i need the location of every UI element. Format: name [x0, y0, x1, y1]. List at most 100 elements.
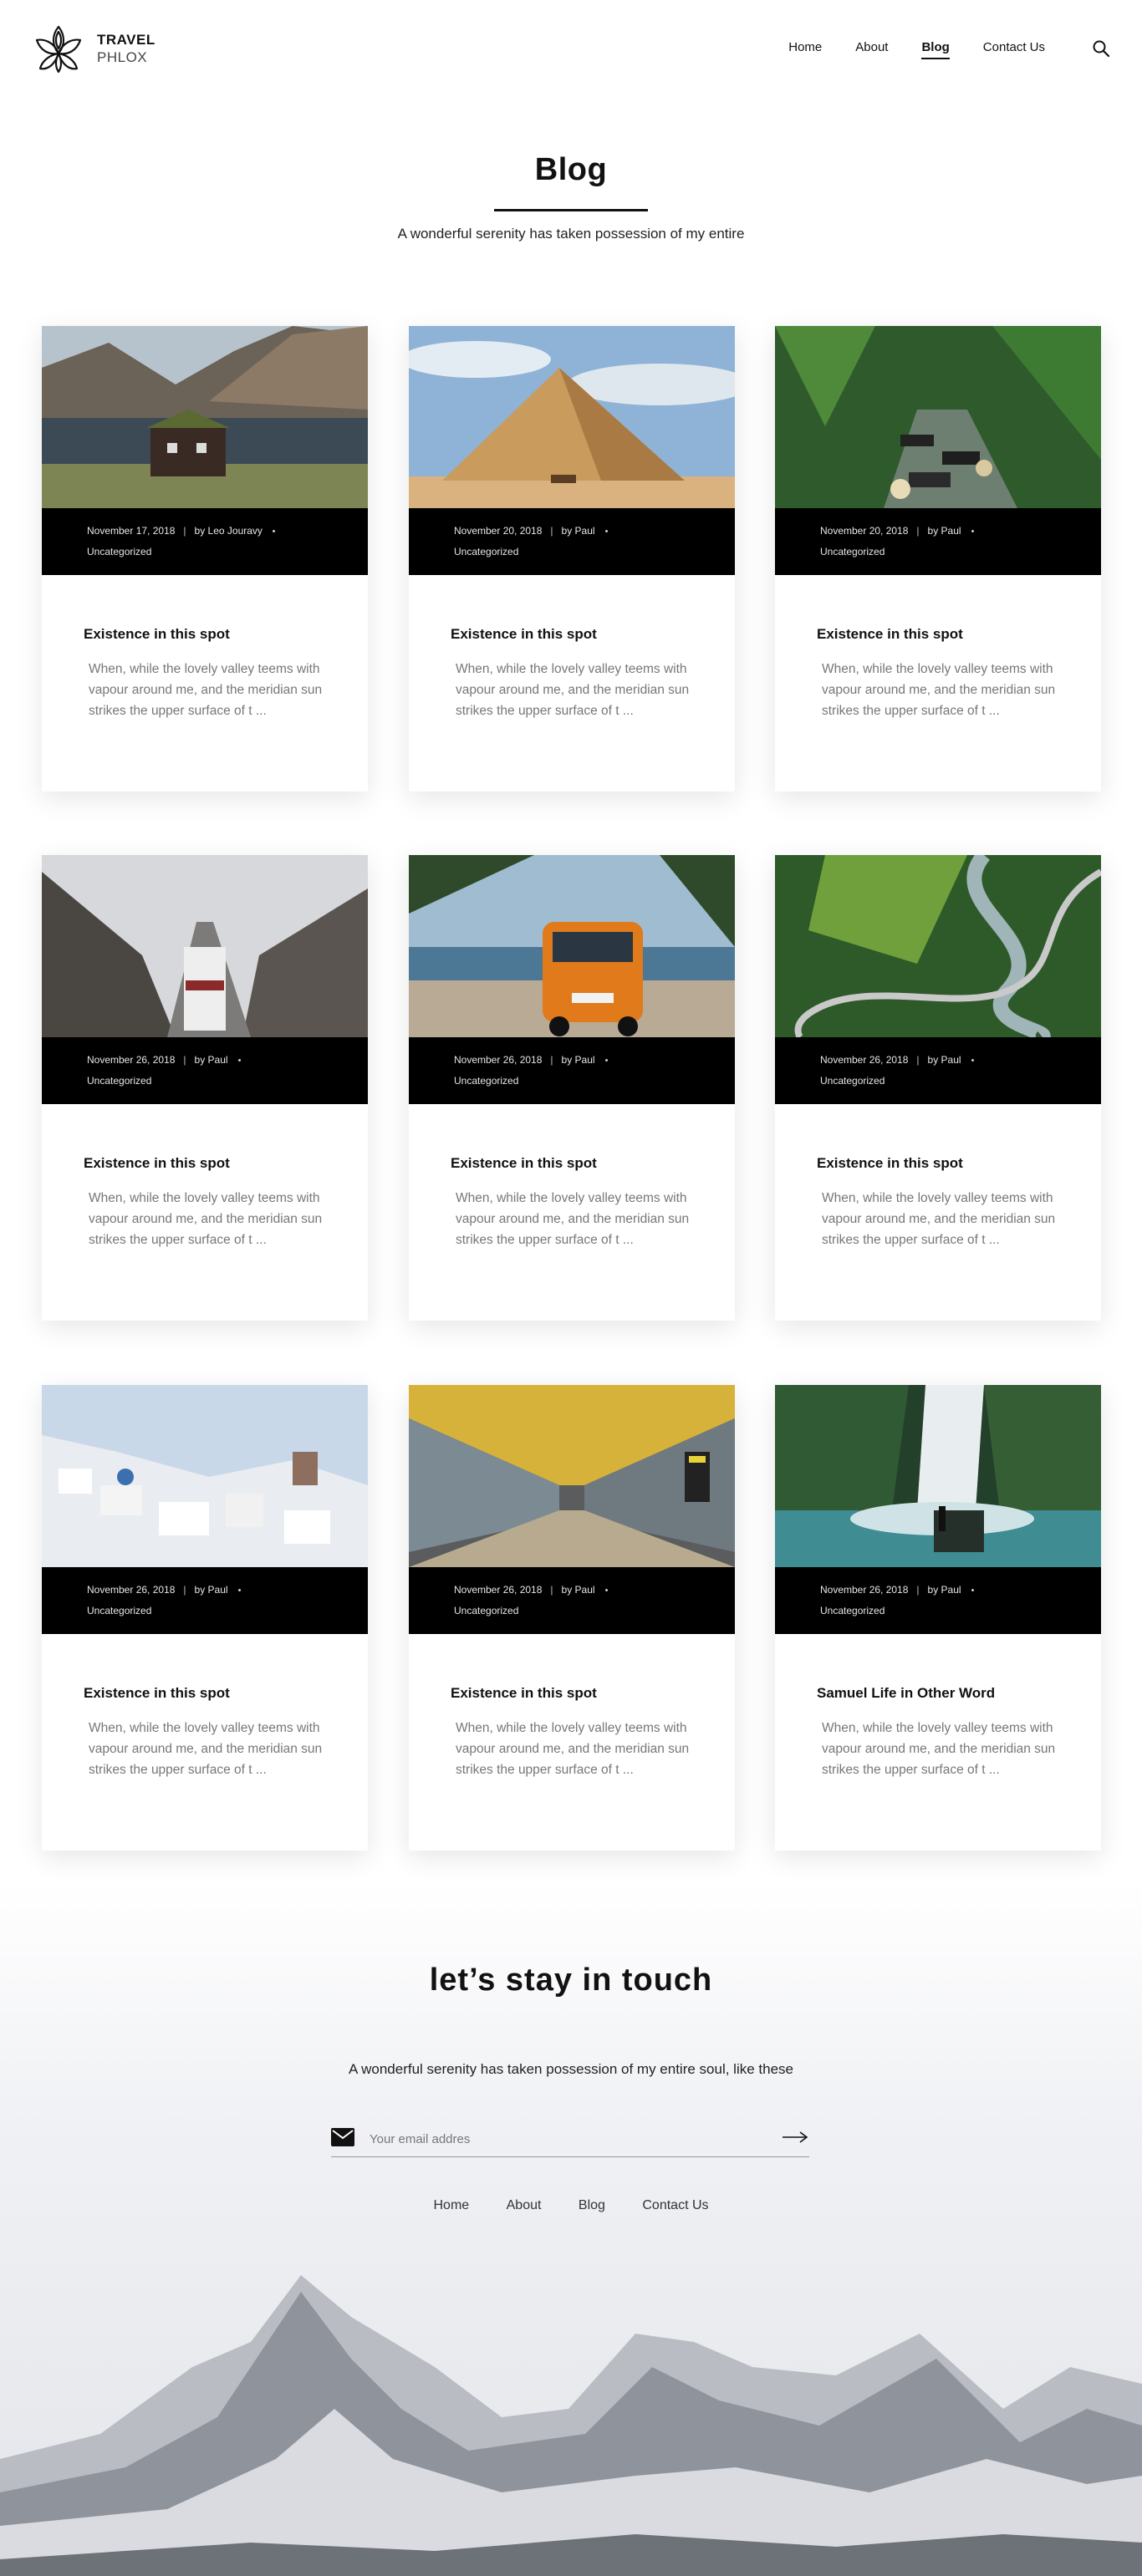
newsletter-form	[331, 2125, 809, 2157]
post-author[interactable]: by Paul	[562, 525, 595, 537]
post-category[interactable]: Uncategorized	[87, 1605, 151, 1616]
logo-text: TRAVEL PHLOX	[97, 31, 155, 66]
blog-card[interactable]: November 26, 2018 | by Paul Uncategorized …	[42, 1385, 368, 1851]
page-subtitle: A wonderful serenity has taken possessio…	[397, 226, 745, 242]
nav-item-about[interactable]: About	[855, 40, 888, 59]
post-image[interactable]	[409, 855, 735, 1037]
email-input[interactable]	[368, 2126, 756, 2151]
post-meta: November 26, 2018 | by Paul Uncategorized	[409, 1037, 735, 1104]
post-category[interactable]: Uncategorized	[820, 1605, 885, 1616]
post-category[interactable]: Uncategorized	[87, 546, 151, 557]
post-date[interactable]: November 26, 2018	[454, 1584, 542, 1596]
post-date[interactable]: November 26, 2018	[87, 1584, 175, 1596]
footer-nav-contact[interactable]: Contact Us	[642, 2198, 708, 2212]
post-category[interactable]: Uncategorized	[820, 546, 885, 557]
post-meta: November 26, 2018 | by Paul Uncategorized	[409, 1567, 735, 1634]
mountain-illustration	[0, 2275, 1142, 2576]
footer-nav-blog[interactable]: Blog	[579, 2198, 605, 2212]
lotus-logo-icon	[35, 25, 82, 74]
post-excerpt: When, while the lovely valley teems with…	[456, 1191, 690, 1247]
arrow-right-icon[interactable]	[781, 2130, 809, 2145]
post-title[interactable]: Samuel Life in Other Word	[817, 1685, 995, 1702]
post-meta: November 20, 2018 | by Paul Uncategorized	[409, 508, 735, 575]
post-title[interactable]: Existence in this spot	[451, 1685, 597, 1702]
post-excerpt: When, while the lovely valley teems with…	[456, 1721, 690, 1777]
post-excerpt: When, while the lovely valley teems with…	[89, 1191, 323, 1247]
post-title[interactable]: Existence in this spot	[817, 1155, 963, 1172]
post-category[interactable]: Uncategorized	[87, 1075, 151, 1087]
post-meta: November 20, 2018 | by Paul Uncategorized	[775, 508, 1101, 575]
post-date[interactable]: November 17, 2018	[87, 525, 175, 537]
footer-title: let’s stay in touch	[429, 1963, 713, 1998]
post-date[interactable]: November 26, 2018	[820, 1584, 908, 1596]
post-author[interactable]: by Paul	[928, 1584, 961, 1596]
main-nav: Home About Blog Contact Us	[755, 40, 1045, 59]
blog-card[interactable]: November 26, 2018 | by Paul Uncategorized …	[42, 855, 368, 1321]
post-title[interactable]: Existence in this spot	[84, 1685, 230, 1702]
logo-line-2: PHLOX	[97, 49, 148, 65]
post-excerpt: When, while the lovely valley teems with…	[456, 662, 690, 718]
site-footer: let’s stay in touch A wonderful serenity…	[0, 1881, 1142, 2576]
post-image[interactable]	[775, 1385, 1101, 1567]
post-author[interactable]: by Paul	[928, 1054, 961, 1066]
post-title[interactable]: Existence in this spot	[84, 1155, 230, 1172]
post-meta: November 26, 2018 | by Paul Uncategorized	[775, 1567, 1101, 1634]
post-author[interactable]: by Paul	[195, 1054, 228, 1066]
post-image[interactable]	[775, 855, 1101, 1037]
post-title[interactable]: Existence in this spot	[451, 1155, 597, 1172]
logo[interactable]: TRAVEL PHLOX	[30, 20, 155, 77]
footer-subtitle: A wonderful serenity has taken possessio…	[348, 2061, 793, 2077]
post-image[interactable]	[409, 326, 735, 508]
post-excerpt: When, while the lovely valley teems with…	[89, 662, 323, 718]
nav-item-home[interactable]: Home	[788, 40, 822, 59]
blog-card[interactable]: November 26, 2018 | by Paul Uncategorized …	[409, 855, 735, 1321]
post-excerpt: When, while the lovely valley teems with…	[822, 1721, 1056, 1777]
post-image[interactable]	[775, 326, 1101, 508]
nav-item-blog[interactable]: Blog	[921, 40, 950, 59]
blog-card[interactable]: November 26, 2018 | by Paul Uncategorized …	[775, 855, 1101, 1321]
post-author[interactable]: by Paul	[195, 1584, 228, 1596]
post-date[interactable]: November 26, 2018	[820, 1054, 908, 1066]
footer-nav-home[interactable]: Home	[433, 2198, 469, 2212]
footer-nav-about[interactable]: About	[507, 2198, 542, 2212]
post-image[interactable]	[42, 326, 368, 508]
logo-line-1: TRAVEL	[97, 32, 155, 48]
post-excerpt: When, while the lovely valley teems with…	[822, 662, 1056, 718]
post-author[interactable]: by Paul	[928, 525, 961, 537]
nav-item-contact[interactable]: Contact Us	[983, 40, 1045, 59]
post-meta: November 26, 2018 | by Paul Uncategorized	[42, 1567, 368, 1634]
post-meta: November 26, 2018 | by Paul Uncategorized	[775, 1037, 1101, 1104]
post-author[interactable]: by Paul	[562, 1584, 595, 1596]
post-category[interactable]: Uncategorized	[454, 1605, 518, 1616]
post-image[interactable]	[42, 1385, 368, 1567]
post-title[interactable]: Existence in this spot	[817, 626, 963, 643]
blog-card[interactable]: November 26, 2018 | by Paul Uncategorized …	[775, 1385, 1101, 1851]
page-title: Blog	[534, 152, 608, 187]
post-title[interactable]: Existence in this spot	[84, 626, 230, 643]
post-category[interactable]: Uncategorized	[820, 1075, 885, 1087]
footer-nav: Home About Blog Contact Us	[0, 2198, 1142, 2213]
blog-card[interactable]: November 20, 2018 | by Paul Uncategorized …	[409, 326, 735, 792]
post-excerpt: When, while the lovely valley teems with…	[822, 1191, 1056, 1247]
post-author[interactable]: by Leo Jouravy	[195, 525, 263, 537]
post-image[interactable]	[42, 855, 368, 1037]
envelope-icon	[331, 2128, 354, 2146]
post-title[interactable]: Existence in this spot	[451, 626, 597, 643]
title-underline	[494, 209, 648, 211]
blog-card[interactable]: November 26, 2018 | by Paul Uncategorized …	[409, 1385, 735, 1851]
post-excerpt: When, while the lovely valley teems with…	[89, 1721, 323, 1777]
post-author[interactable]: by Paul	[562, 1054, 595, 1066]
post-meta: November 17, 2018 | by Leo Jouravy Uncateg…	[42, 508, 368, 575]
post-date[interactable]: November 20, 2018	[820, 525, 908, 537]
post-category[interactable]: Uncategorized	[454, 546, 518, 557]
post-image[interactable]	[409, 1385, 735, 1567]
blog-card[interactable]: November 17, 2018 | by Leo Jouravy Uncateg…	[42, 326, 368, 792]
post-category[interactable]: Uncategorized	[454, 1075, 518, 1087]
post-meta: November 26, 2018 | by Paul Uncategorized	[42, 1037, 368, 1104]
post-date[interactable]: November 26, 2018	[454, 1054, 542, 1066]
search-icon[interactable]	[1092, 39, 1110, 58]
blog-card[interactable]: November 20, 2018 | by Paul Uncategorized …	[775, 326, 1101, 792]
post-date[interactable]: November 26, 2018	[87, 1054, 175, 1066]
site-header: TRAVEL PHLOX Home About Blog Contact Us	[0, 0, 1142, 100]
post-date[interactable]: November 20, 2018	[454, 525, 542, 537]
